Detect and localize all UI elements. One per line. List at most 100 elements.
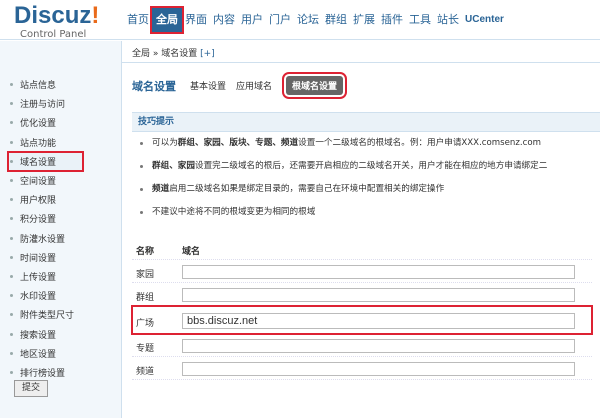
sidebar-item-label: 上传设置 bbox=[20, 272, 57, 283]
group-domain-input[interactable] bbox=[182, 288, 575, 302]
row-label: 群组 bbox=[136, 293, 155, 303]
tip-text: 设置一个二级域名的根域名。例：用户申请XXX.comsenz.com bbox=[298, 138, 541, 148]
square-domain-input[interactable]: bbs.discuz.net bbox=[182, 313, 575, 329]
bullet-icon bbox=[10, 294, 13, 298]
sidebar-item-label: 搜索设置 bbox=[20, 330, 57, 341]
sidebar-item-user-permissions[interactable]: 用户权限 bbox=[10, 190, 122, 209]
nav-plugins[interactable]: 插件 bbox=[378, 9, 406, 31]
row-label: 家园 bbox=[136, 270, 155, 280]
sidebar: 站点信息 注册与访问 优化设置 站点功能 域名设置 空间设置 用户权限 积分设置… bbox=[0, 41, 122, 418]
name-column-header: 名称 bbox=[136, 247, 155, 257]
top-navigation: 首页 全局 界面 内容 用户 门户 论坛 群组 扩展 插件 工具 站长 UCen… bbox=[124, 6, 507, 34]
nav-global[interactable]: 全局 bbox=[150, 6, 184, 34]
sidebar-item-space-settings[interactable]: 空间设置 bbox=[10, 171, 122, 190]
sidebar-item-label: 积分设置 bbox=[20, 215, 57, 226]
sidebar-item-attachment-types[interactable]: 附件类型尺寸 bbox=[10, 305, 122, 324]
domain-form: 名称 域名 家园 群组 广场 bbs.discuz.net 专题 频道 bbox=[131, 237, 593, 380]
discuz-logo[interactable]: Discuz! Control Panel bbox=[14, 3, 99, 41]
tip-text: 不建议中途将不同的根域变更为相同的根域 bbox=[152, 207, 316, 217]
sidebar-item-optimization[interactable]: 优化设置 bbox=[10, 113, 122, 132]
bullet-icon bbox=[10, 313, 13, 317]
nav-ucenter[interactable]: UCenter bbox=[462, 9, 507, 31]
sidebar-item-label: 防灌水设置 bbox=[20, 234, 66, 245]
sidebar-item-label: 排行榜设置 bbox=[20, 368, 66, 379]
nav-groups[interactable]: 群组 bbox=[322, 9, 350, 31]
sidebar-item-label: 优化设置 bbox=[20, 119, 57, 130]
sidebar-item-watermark[interactable]: 水印设置 bbox=[10, 286, 122, 305]
sidebar-item-upload-settings[interactable]: 上传设置 bbox=[10, 267, 122, 286]
row-label: 广场 bbox=[136, 319, 155, 329]
domain-column-header: 域名 bbox=[182, 247, 201, 257]
bullet-icon bbox=[140, 142, 143, 145]
nav-tools[interactable]: 工具 bbox=[406, 9, 434, 31]
sidebar-item-search-settings[interactable]: 搜索设置 bbox=[10, 324, 122, 343]
tab-root-domain-settings[interactable]: 根域名设置 bbox=[282, 72, 348, 99]
nav-home[interactable]: 首页 bbox=[124, 9, 152, 31]
bullet-icon bbox=[10, 159, 13, 163]
sidebar-item-site-features[interactable]: 站点功能 bbox=[10, 133, 122, 152]
nav-users[interactable]: 用户 bbox=[238, 9, 266, 31]
sidebar-item-label: 站点功能 bbox=[20, 138, 57, 149]
sidebar-item-region-settings[interactable]: 地区设置 bbox=[10, 344, 122, 363]
bullet-icon bbox=[10, 83, 13, 87]
form-header-row: 名称 域名 bbox=[132, 237, 592, 260]
tip-text: 设置完二级域名的根后，还需要开启相应的二级域名开关，用户才能在相应的地方申请绑定… bbox=[194, 161, 548, 171]
sidebar-item-label: 空间设置 bbox=[20, 177, 57, 188]
bullet-icon bbox=[10, 217, 13, 221]
main-content: 域名设置 基本设置 应用域名 根域名设置 技巧提示 可以为群组、家园、版块、专题… bbox=[122, 64, 600, 418]
header: Discuz! Control Panel 首页 全局 界面 内容 用户 门户 … bbox=[0, 0, 600, 40]
sidebar-item-label: 地区设置 bbox=[20, 349, 57, 360]
logo-brand: Discuz bbox=[14, 2, 92, 29]
sidebar-item-label: 时间设置 bbox=[20, 253, 57, 264]
section-tabs: 域名设置 基本设置 应用域名 根域名设置 bbox=[132, 72, 353, 99]
tab-app-domains[interactable]: 应用域名 bbox=[236, 79, 272, 92]
bullet-icon bbox=[10, 351, 13, 355]
form-row-topic: 专题 bbox=[132, 334, 592, 357]
sidebar-item-domain-settings[interactable]: 域名设置 bbox=[7, 150, 84, 172]
tip-item: 不建议中途将不同的根域变更为相同的根域 bbox=[132, 201, 600, 224]
breadcrumb: 全局 » 域名设置 [+] bbox=[132, 46, 215, 59]
breadcrumb-path: 全局 » 域名设置 bbox=[132, 49, 198, 59]
submit-button[interactable]: 提交 bbox=[14, 380, 48, 397]
bullet-icon bbox=[10, 198, 13, 202]
sidebar-item-label: 站点信息 bbox=[20, 81, 57, 92]
row-label: 频道 bbox=[136, 367, 155, 377]
nav-webmaster[interactable]: 站长 bbox=[434, 9, 462, 31]
sidebar-item-register-access[interactable]: 注册与访问 bbox=[10, 94, 122, 113]
form-row-home: 家园 bbox=[132, 260, 592, 283]
topic-domain-input[interactable] bbox=[182, 339, 575, 353]
add-shortcut-button[interactable]: [+] bbox=[200, 49, 215, 59]
bullet-icon bbox=[10, 370, 13, 374]
nav-extensions[interactable]: 扩展 bbox=[350, 9, 378, 31]
form-row-channel: 频道 bbox=[132, 357, 592, 380]
home-domain-input[interactable] bbox=[182, 265, 575, 279]
bullet-icon bbox=[10, 140, 13, 144]
tip-bold: 群组、家园 bbox=[152, 161, 195, 171]
sidebar-item-site-info[interactable]: 站点信息 bbox=[10, 75, 122, 94]
sidebar-item-label: 用户权限 bbox=[20, 196, 57, 207]
nav-portal[interactable]: 门户 bbox=[266, 9, 294, 31]
section-title: 域名设置 bbox=[132, 79, 176, 93]
nav-interface[interactable]: 界面 bbox=[182, 9, 210, 31]
nav-content[interactable]: 内容 bbox=[210, 9, 238, 31]
sidebar-item-time-settings[interactable]: 时间设置 bbox=[10, 248, 122, 267]
sidebar-menu: 站点信息 注册与访问 优化设置 站点功能 域名设置 空间设置 用户权限 积分设置… bbox=[7, 75, 122, 382]
sidebar-item-credits[interactable]: 积分设置 bbox=[10, 209, 122, 228]
tip-item: 可以为群组、家园、版块、专题、频道设置一个二级域名的根域名。例：用户申请XXX.… bbox=[132, 132, 600, 155]
row-label: 专题 bbox=[136, 344, 155, 354]
bullet-icon bbox=[10, 121, 13, 125]
bullet-icon bbox=[140, 165, 143, 168]
sidebar-item-anti-spam[interactable]: 防灌水设置 bbox=[10, 229, 122, 248]
channel-domain-input[interactable] bbox=[182, 362, 575, 376]
logo-subtitle: Control Panel bbox=[20, 29, 87, 40]
sidebar-item-label: 水印设置 bbox=[20, 292, 57, 303]
nav-forum[interactable]: 论坛 bbox=[294, 9, 322, 31]
bullet-icon bbox=[10, 255, 13, 259]
bullet-icon bbox=[140, 188, 143, 191]
tip-item: 频道启用二级域名如果是绑定目录的，需要自己在环境中配置相关的绑定操作 bbox=[132, 178, 600, 201]
tab-basic-settings[interactable]: 基本设置 bbox=[190, 79, 226, 92]
tip-text: 启用二级域名如果是绑定目录的，需要自己在环境中配置相关的绑定操作 bbox=[169, 184, 445, 194]
logo-bang: ! bbox=[91, 2, 100, 29]
sidebar-item-label: 附件类型尺寸 bbox=[20, 311, 75, 322]
bullet-icon bbox=[10, 274, 13, 278]
